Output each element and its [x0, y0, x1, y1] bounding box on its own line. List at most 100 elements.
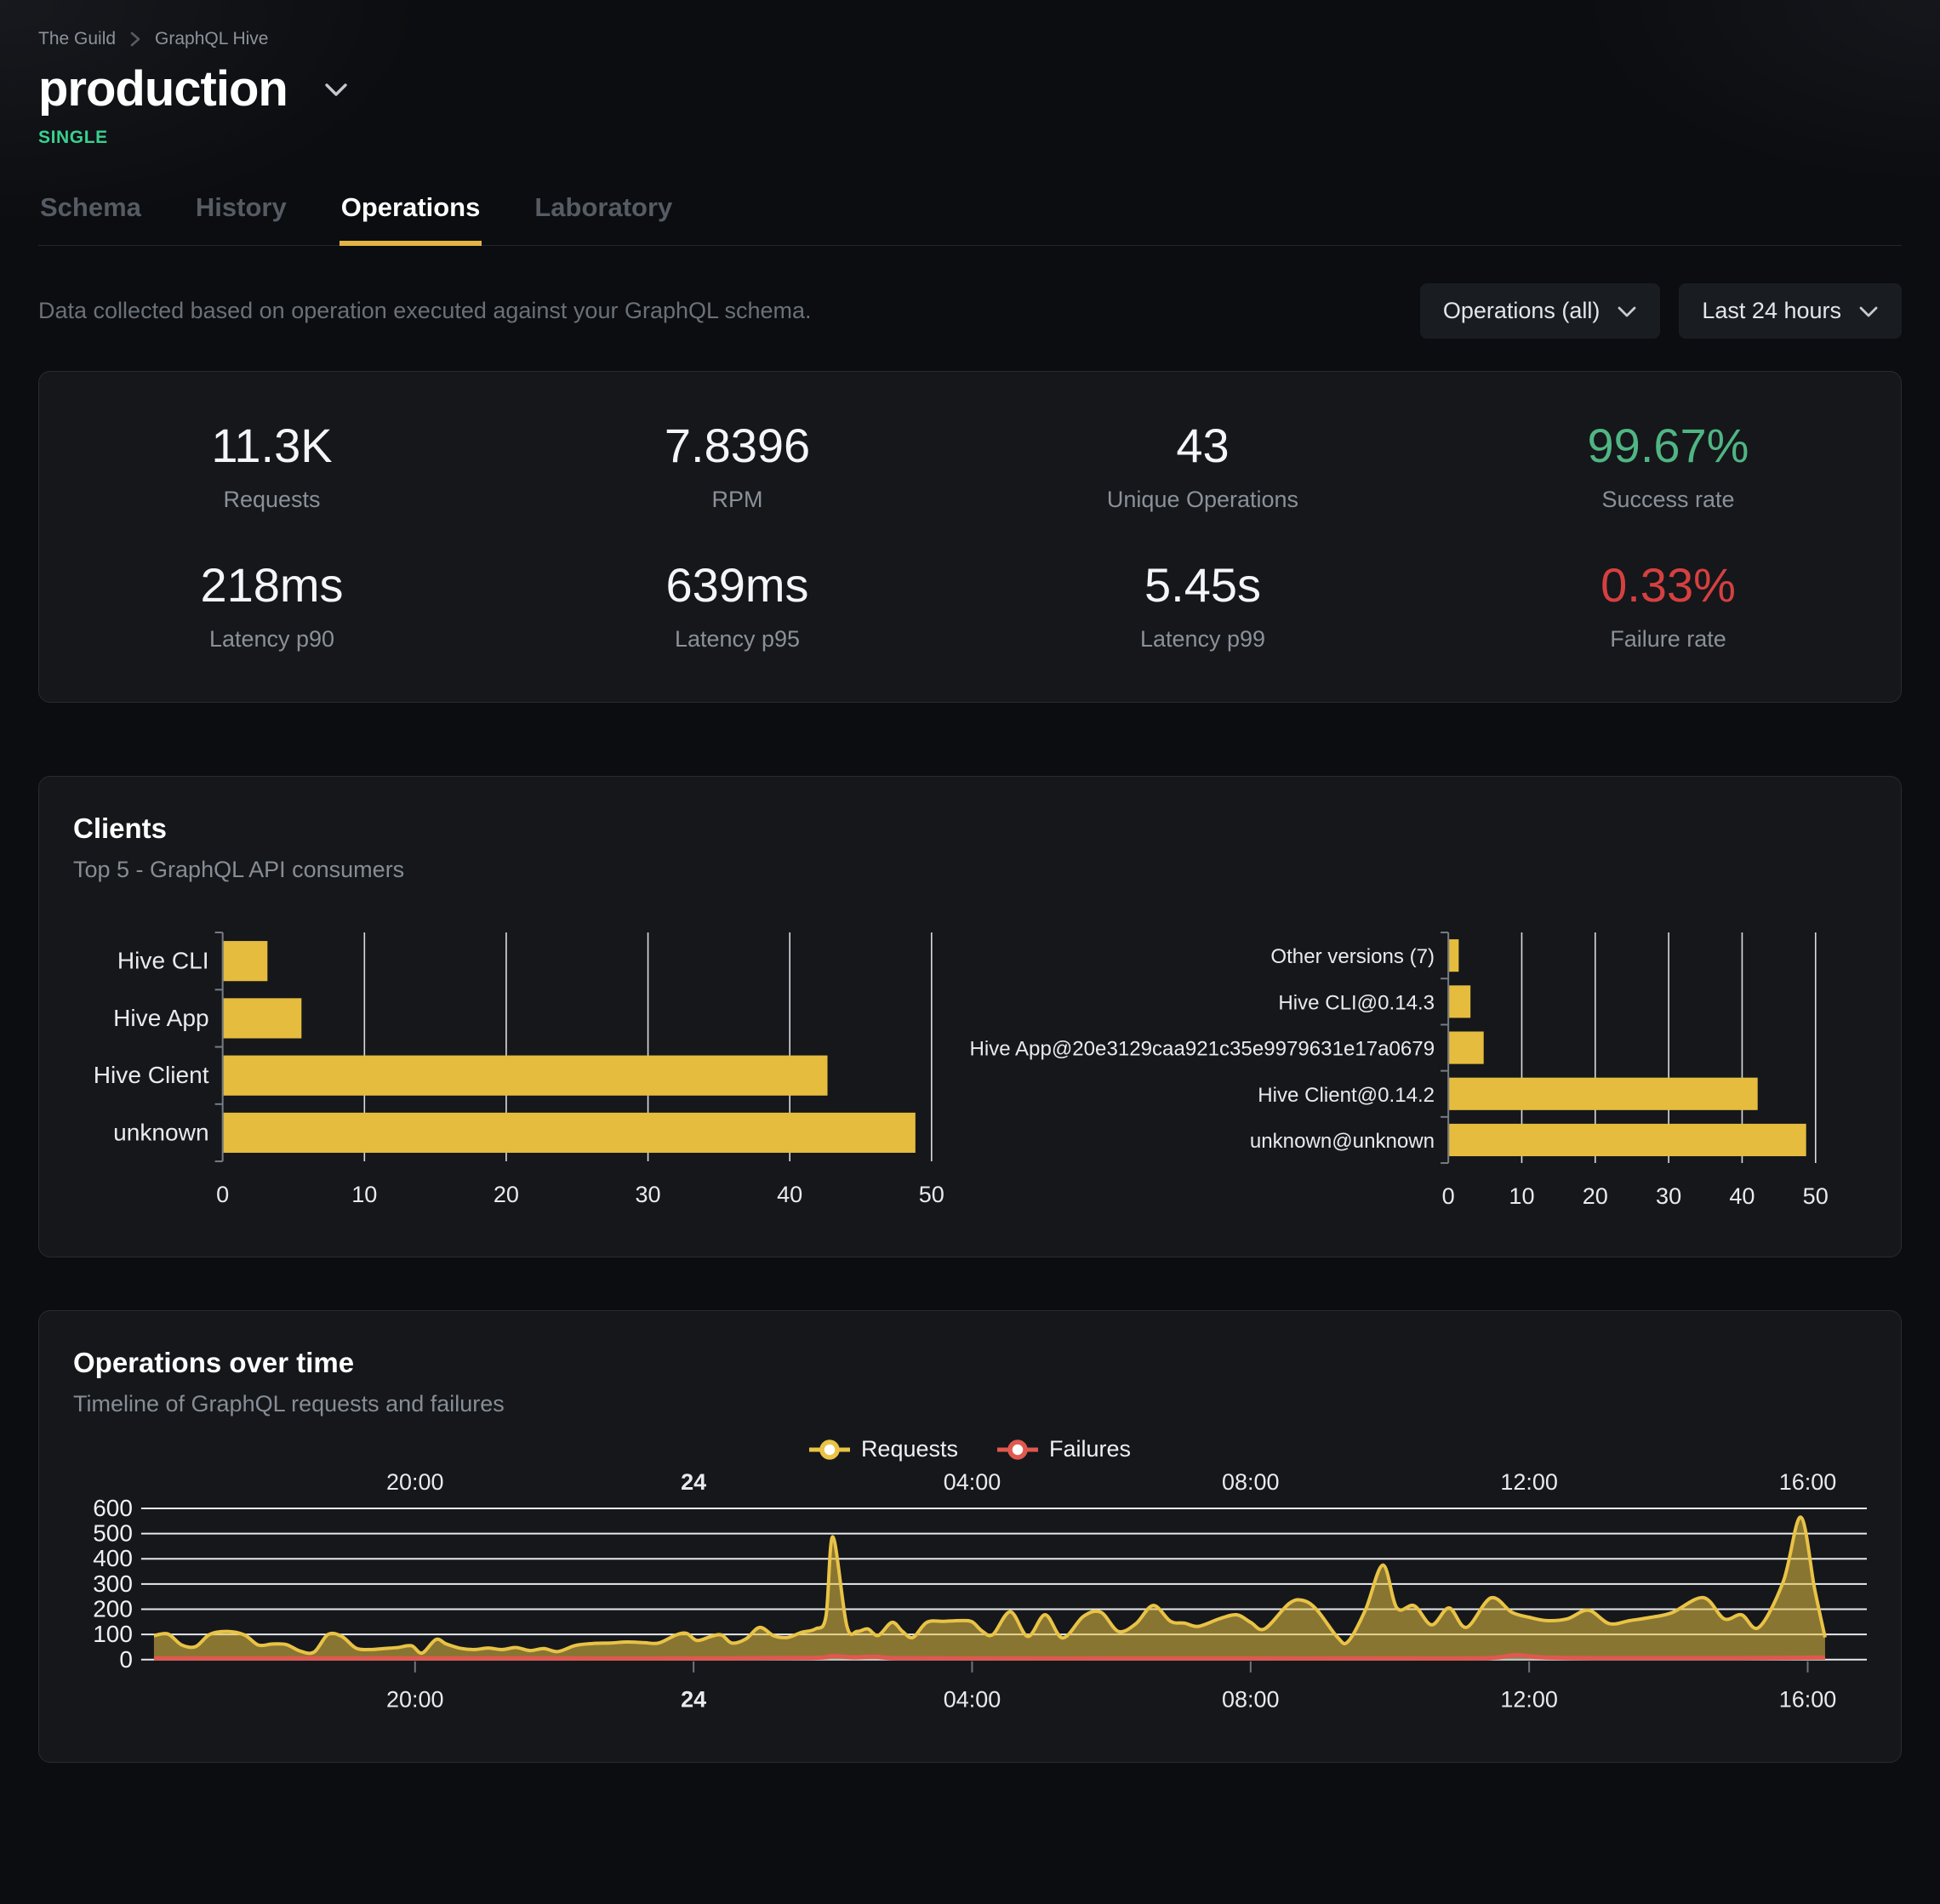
- bar[interactable]: [224, 1056, 828, 1096]
- stat-rpm: 7.8396RPM: [505, 418, 970, 513]
- bar[interactable]: [224, 998, 302, 1038]
- x-tick-label-bottom: 20:00: [386, 1687, 444, 1713]
- x-tick-label: 20: [1583, 1183, 1608, 1209]
- clients-by-name-chart[interactable]: 01020304050Hive CLIHive AppHive Clientun…: [73, 926, 970, 1224]
- period-filter-dropdown[interactable]: Last 24 hours: [1679, 283, 1902, 339]
- category-label: unknown@unknown: [1250, 1130, 1435, 1153]
- stat-label: RPM: [505, 487, 970, 513]
- x-tick-label-top: 16:00: [1779, 1471, 1837, 1495]
- tab-laboratory[interactable]: Laboratory: [533, 192, 674, 245]
- legend-label: Failures: [1049, 1436, 1131, 1462]
- clients-by-name-chart-container: 01020304050Hive CLIHive AppHive Clientun…: [73, 926, 970, 1224]
- breadcrumb: The Guild GraphQL Hive: [38, 29, 1902, 49]
- category-label: Other versions (7): [1270, 945, 1435, 968]
- page-title: production: [38, 65, 288, 114]
- stat-value: 43: [970, 418, 1435, 473]
- category-label: Hive CLI: [117, 948, 209, 974]
- x-tick-label-bottom: 24: [681, 1687, 706, 1713]
- y-tick-label: 100: [93, 1621, 133, 1647]
- stat-failure-rate: 0.33% Failure rate: [1435, 557, 1901, 653]
- stat-value: 639ms: [505, 557, 970, 613]
- x-tick-label-bottom: 16:00: [1779, 1687, 1837, 1713]
- bar[interactable]: [1449, 1078, 1758, 1110]
- timeline-card-title: Operations over time: [73, 1347, 1867, 1379]
- bar[interactable]: [224, 1113, 916, 1153]
- x-tick-label: 30: [1656, 1183, 1681, 1209]
- stat-value: 0.33%: [1435, 557, 1901, 613]
- x-tick-label: 30: [635, 1181, 660, 1207]
- stat-latency-p95: 639ms Latency p95: [505, 557, 970, 653]
- stat-requests: 11.3K Requests: [39, 418, 505, 513]
- timeline-legend: Requests Failures: [73, 1436, 1867, 1462]
- x-tick-label-top: 20:00: [386, 1471, 444, 1495]
- y-tick-label: 200: [93, 1596, 133, 1622]
- tab-operations[interactable]: Operations: [340, 192, 482, 245]
- stat-value: 5.45s: [970, 557, 1435, 613]
- timeline-card-subtitle: Timeline of GraphQL requests and failure…: [73, 1391, 1867, 1417]
- x-tick-label-bottom: 08:00: [1222, 1687, 1280, 1713]
- x-tick-label-top: 12:00: [1500, 1471, 1558, 1495]
- stat-value: 11.3K: [39, 418, 505, 473]
- period-filter-label: Last 24 hours: [1702, 298, 1841, 324]
- tab-schema[interactable]: Schema: [38, 192, 143, 245]
- legend-marker-icon: [809, 1438, 850, 1462]
- x-tick-label-top: 08:00: [1222, 1471, 1280, 1495]
- y-tick-label: 400: [93, 1546, 133, 1572]
- bar[interactable]: [224, 941, 268, 981]
- x-tick-label: 40: [1729, 1183, 1755, 1209]
- clients-card-title: Clients: [73, 812, 1867, 845]
- target-mode-badge: SINGLE: [38, 128, 1902, 148]
- data-description: Data collected based on operation execut…: [38, 298, 812, 324]
- x-tick-label: 50: [1803, 1183, 1829, 1209]
- chevron-down-icon: [1617, 298, 1637, 324]
- x-tick-label: 40: [777, 1181, 802, 1207]
- bar[interactable]: [1449, 985, 1470, 1018]
- stat-label: Failure rate: [1435, 626, 1901, 653]
- bar[interactable]: [1449, 1124, 1806, 1156]
- stat-label: Requests: [39, 487, 505, 513]
- bar[interactable]: [1449, 939, 1458, 972]
- y-tick-label: 0: [119, 1646, 133, 1673]
- tab-history[interactable]: History: [194, 192, 288, 245]
- x-tick-label: 50: [919, 1181, 944, 1207]
- tabs: Schema History Operations Laboratory: [38, 192, 1902, 246]
- x-tick-label: 10: [1509, 1183, 1534, 1209]
- operations-filter-dropdown[interactable]: Operations (all): [1420, 283, 1661, 339]
- category-label: unknown: [113, 1119, 208, 1145]
- stat-latency-p90: 218msLatency p90: [39, 557, 505, 653]
- stat-label: Latency p95: [505, 626, 970, 653]
- legend-item-requests[interactable]: Requests: [809, 1436, 958, 1462]
- chevron-down-icon: [1858, 298, 1879, 324]
- y-tick-label: 600: [93, 1495, 133, 1521]
- legend-item-failures[interactable]: Failures: [997, 1436, 1131, 1462]
- x-tick-label-top: 24: [681, 1471, 706, 1495]
- stat-label: Success rate: [1435, 487, 1901, 513]
- y-tick-label: 300: [93, 1571, 133, 1597]
- x-tick-label-bottom: 04:00: [944, 1687, 1001, 1713]
- breadcrumb-org[interactable]: The Guild: [38, 29, 116, 49]
- stat-label: Unique Operations: [970, 487, 1435, 513]
- operations-filter-label: Operations (all): [1443, 298, 1600, 324]
- category-label: Hive Client: [94, 1062, 209, 1088]
- x-tick-label-bottom: 12:00: [1500, 1687, 1558, 1713]
- bar[interactable]: [1449, 1031, 1484, 1063]
- x-tick-label: 0: [216, 1181, 229, 1207]
- breadcrumb-project[interactable]: GraphQL Hive: [155, 29, 268, 49]
- requests-area: [154, 1518, 1825, 1660]
- clients-by-version-chart[interactable]: 01020304050Other versions (7)Hive CLI@0.…: [970, 926, 1867, 1224]
- clients-card: Clients Top 5 - GraphQL API consumers 0 1…: [38, 776, 1902, 1257]
- target-selector-chevron-down-icon[interactable]: [318, 77, 354, 103]
- x-tick-label: 20: [494, 1181, 519, 1207]
- clients-by-version-chart-container: 01020304050Other versions (7)Hive CLI@0.…: [970, 926, 1867, 1224]
- legend-label: Requests: [861, 1436, 958, 1462]
- stat-unique-operations: 43 Unique Operations: [970, 418, 1435, 513]
- stat-label: Latency p90: [39, 626, 505, 653]
- timeline-chart-container: 010020030040050060020:0020:00242404:0004…: [73, 1471, 1867, 1736]
- operations-timeline-chart[interactable]: 010020030040050060020:0020:00242404:0004…: [73, 1471, 1867, 1736]
- category-label: Hive App@20e3129caa921c35e9979631e17a067…: [970, 1038, 1435, 1061]
- stats-summary-card: 11.3K Requests7.8396RPM43 Unique Operation…: [38, 371, 1902, 703]
- legend-marker-icon: [997, 1438, 1038, 1462]
- operations-dashboard: The Guild GraphQL Hive production SINGLE…: [38, 29, 1902, 1763]
- y-tick-label: 500: [93, 1520, 133, 1547]
- clients-card-subtitle: Top 5 - GraphQL API consumers: [73, 857, 1867, 883]
